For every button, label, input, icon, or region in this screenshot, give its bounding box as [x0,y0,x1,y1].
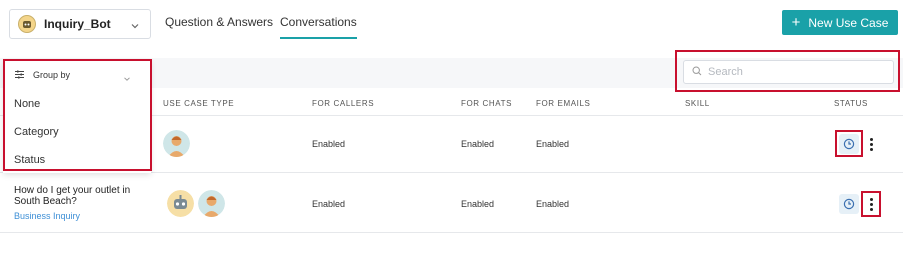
search-icon [692,63,702,81]
column-header-for-emails: FOR EMAILS [536,99,591,108]
for-chats-value: Enabled [461,139,495,149]
column-header-use-case-type: USE CASE TYPE [163,99,235,108]
more-options-icon[interactable] [866,194,876,214]
new-use-case-button[interactable]: + New Use Case [782,10,898,35]
group-by-option-category[interactable]: Category [14,126,59,138]
search-box[interactable] [683,60,894,84]
chevron-down-icon [123,70,131,88]
group-by-option-none[interactable]: None [14,98,40,110]
bot-avatar-icon [167,190,194,217]
divider [0,232,903,233]
group-by-label: Group by [33,70,71,80]
new-use-case-label: New Use Case [808,15,889,30]
bot-selector[interactable]: Inquiry_Bot [9,9,151,39]
group-by-select[interactable]: Group by [9,64,143,86]
tab-conversations[interactable]: Conversations [280,15,357,39]
search-input[interactable] [708,66,878,78]
group-by-dropdown: Group by None Category Status [3,60,151,173]
column-header-skill: SKILL [685,99,710,108]
bot-name: Inquiry_Bot [44,17,111,31]
agent-avatar-icon [198,190,225,217]
for-callers-value: Enabled [312,139,346,149]
filter-sliders-icon [15,66,24,84]
agent-avatar-icon [163,130,190,157]
for-chats-value: Enabled [461,199,495,209]
category-link[interactable]: Business Inquiry [14,211,80,221]
column-header-for-chats: FOR CHATS [461,99,513,108]
bot-logo-icon [18,15,36,33]
tab-question-answers[interactable]: Question & Answers [165,15,273,29]
question-text[interactable]: How do I get your outlet in South Beach? [14,185,144,207]
clock-icon[interactable] [839,194,859,214]
for-emails-value: Enabled [536,199,570,209]
plus-icon: + [791,14,801,31]
column-header-for-callers: FOR CALLERS [312,99,375,108]
more-options-icon[interactable] [866,134,876,154]
for-callers-value: Enabled [312,199,346,209]
column-header-status: STATUS [834,99,868,108]
chevron-down-icon [130,18,140,36]
for-emails-value: Enabled [536,139,570,149]
group-by-option-status[interactable]: Status [14,154,45,166]
clock-icon[interactable] [839,134,859,154]
